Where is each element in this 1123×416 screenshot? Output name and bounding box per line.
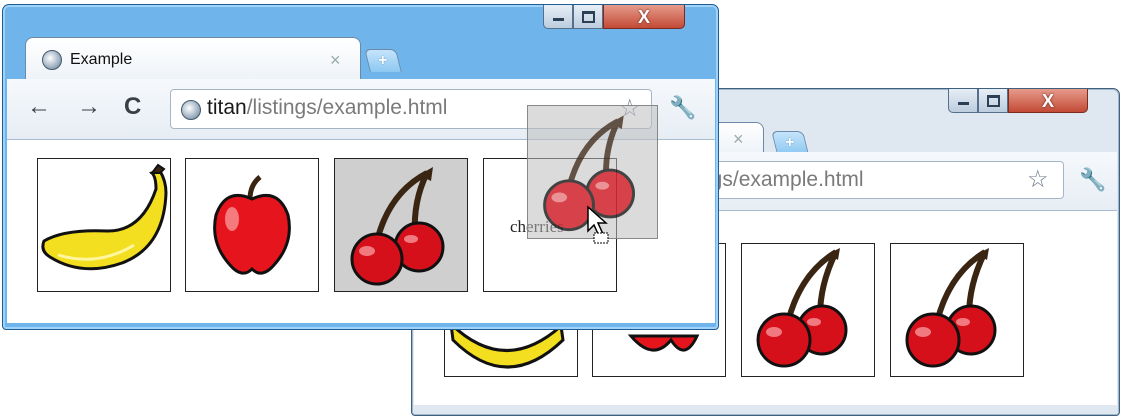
tab-close-icon[interactable]: ×	[330, 50, 341, 71]
minimize-icon	[552, 18, 564, 21]
url-text: titan/listings/example.html	[207, 96, 447, 120]
cherries-icon	[350, 167, 445, 286]
maximize-button[interactable]	[573, 5, 603, 29]
url-path: /listings/example.html	[246, 96, 448, 119]
back-cherries-tile-1[interactable]	[741, 243, 875, 377]
maximize-icon	[986, 94, 1000, 107]
minimize-button[interactable]	[543, 5, 573, 29]
back-url-text: ngs/example.html	[699, 168, 864, 191]
maximize-icon	[581, 10, 595, 23]
minimize-icon	[957, 102, 969, 105]
cherries-icon	[756, 248, 848, 368]
wrench-icon[interactable]: 🔧	[669, 95, 696, 121]
drag-cursor-icon	[587, 205, 609, 244]
reload-icon[interactable]: C	[124, 95, 141, 119]
plus-icon: +	[378, 52, 388, 69]
close-window-icon: X	[637, 6, 650, 27]
bookmark-star-icon[interactable]: ☆	[1027, 165, 1049, 194]
back-cherries-tile-2[interactable]	[890, 243, 1024, 377]
page-globe-icon	[181, 100, 201, 120]
apple-icon	[213, 175, 291, 275]
back-close-window-button[interactable]: X	[1008, 89, 1088, 113]
back-minimize-button[interactable]	[948, 89, 978, 113]
banana-icon	[41, 163, 168, 271]
back-window-caption-buttons: X	[948, 89, 1088, 113]
forward-arrow-icon[interactable]: →	[77, 95, 101, 119]
tab-title: Example	[70, 51, 133, 68]
back-maximize-button[interactable]	[978, 89, 1008, 113]
banana-tile[interactable]	[37, 158, 171, 292]
front-window-caption-buttons: X	[543, 5, 685, 29]
cherries-tile[interactable]	[334, 158, 468, 292]
apple-tile[interactable]	[185, 158, 319, 292]
back-new-tab-button[interactable]: +	[771, 131, 809, 154]
cherries-icon	[905, 248, 997, 368]
back-arrow-icon[interactable]: ←	[27, 95, 51, 119]
wrench-icon[interactable]: 🔧	[1079, 167, 1106, 193]
globe-icon	[42, 50, 62, 70]
close-window-icon: X	[1041, 90, 1054, 111]
new-tab-button[interactable]: +	[364, 49, 402, 72]
url-host: titan	[207, 96, 247, 119]
close-window-button[interactable]: X	[603, 5, 685, 29]
back-tab-close-icon[interactable]: ×	[733, 129, 744, 150]
plus-icon: +	[785, 134, 795, 151]
tab-example[interactable]: Example ×	[25, 37, 361, 80]
